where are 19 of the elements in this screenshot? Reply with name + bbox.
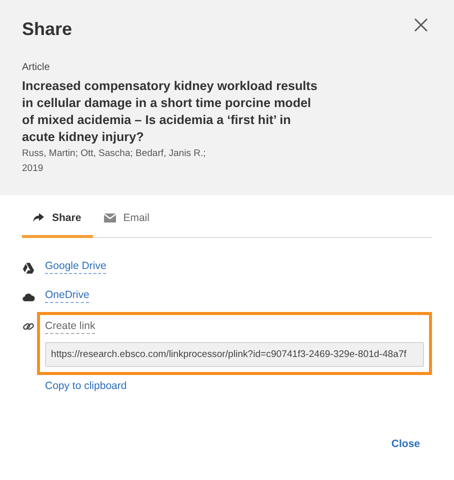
option-link[interactable]: OneDrive: [45, 289, 90, 303]
dialog-title: Share: [22, 19, 72, 40]
copy-link[interactable]: Copy to clipboard: [45, 380, 127, 392]
triangle-icon: [22, 262, 35, 275]
close-button[interactable]: Close: [379, 434, 432, 454]
record-title: Increased compensatory kidney workload results in cellular damage in a short time porcine model of mixed acidemia – Is acidemia a ‘first hit’ in acute kidney injury?: [22, 78, 318, 146]
tab[interactable]: Share: [22, 205, 94, 238]
tab[interactable]: Email: [93, 205, 162, 238]
envelope-icon: [103, 211, 118, 225]
record-year: 2019: [22, 162, 44, 176]
link-field[interactable]: https://research.ebsco.com/linkprocessor/plink?id=c90741f3-2469-329e-801d-48a7f: [45, 342, 424, 367]
close-icon: [414, 18, 428, 32]
close-button[interactable]: [414, 18, 428, 32]
record-type: Article: [22, 62, 51, 73]
cloud-icon: [22, 291, 35, 304]
record-authors: Russ, Martin; Ott, Sascha; Bedarf, Janis R.;: [22, 147, 207, 161]
option-link[interactable]: Create link: [45, 320, 96, 334]
option-link[interactable]: Google Drive: [45, 260, 106, 274]
link-icon: [22, 320, 35, 333]
